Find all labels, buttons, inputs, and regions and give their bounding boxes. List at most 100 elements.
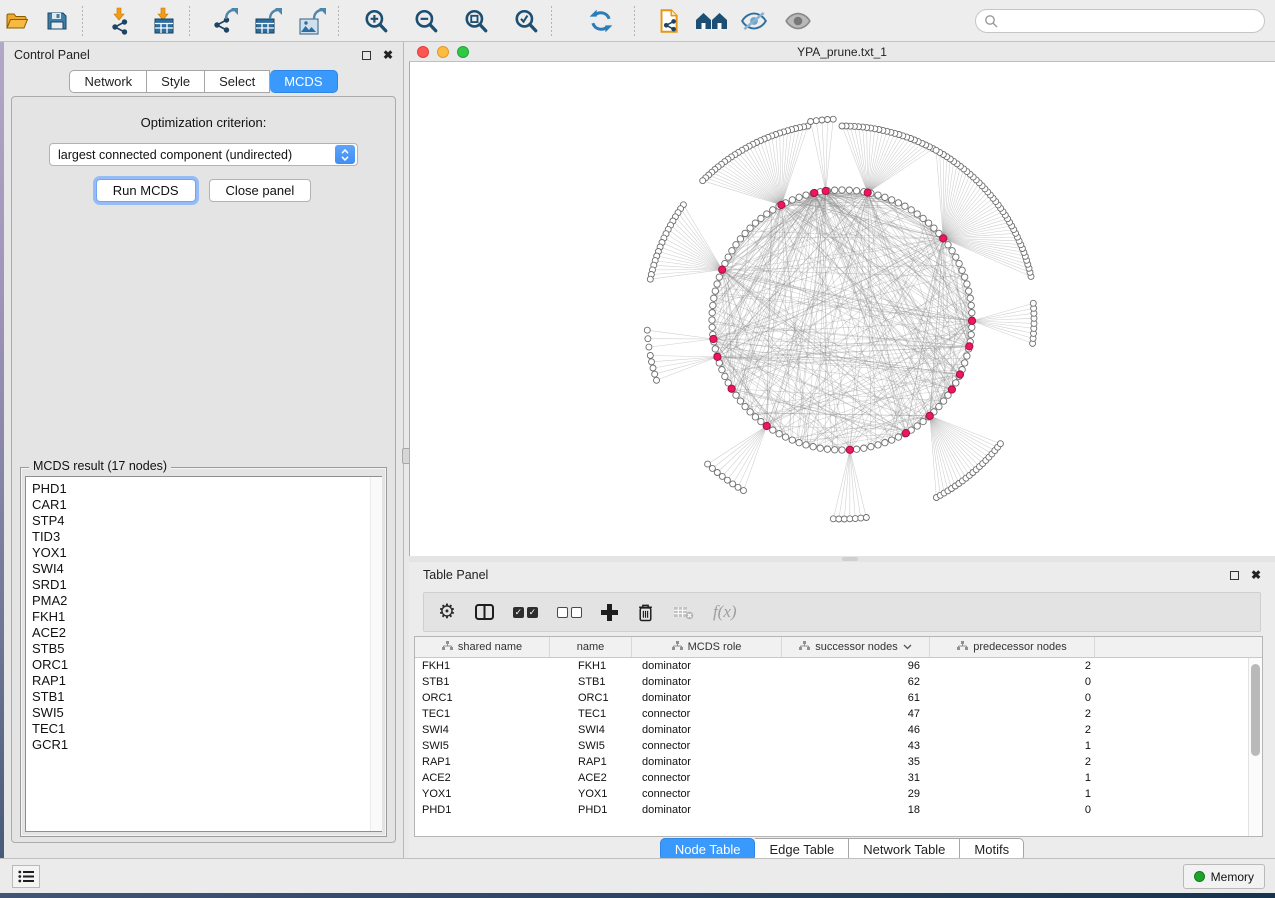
table-cell[interactable]: 29 — [782, 786, 930, 802]
tab-style[interactable]: Style — [147, 70, 205, 93]
window-maximize-icon[interactable] — [457, 46, 469, 58]
table-row[interactable]: SWI5SWI5connector431 — [415, 738, 1262, 754]
table-row[interactable]: SWI4SWI4dominator462 — [415, 722, 1262, 738]
table-cell[interactable]: ORC1 — [415, 690, 550, 706]
table-cell[interactable]: SWI5 — [415, 738, 550, 754]
table-cell[interactable]: 96 — [782, 658, 930, 674]
table-row[interactable]: ORC1ORC1dominator610 — [415, 690, 1262, 706]
table-cell[interactable]: FKH1 — [550, 658, 632, 674]
mcds-result-item[interactable]: STP4 — [32, 513, 381, 529]
tab-select[interactable]: Select — [205, 70, 270, 93]
table-cell[interactable]: SWI5 — [550, 738, 632, 754]
table-cell[interactable]: dominator — [632, 722, 782, 738]
zoom-in-icon[interactable] — [359, 4, 393, 38]
table-cell[interactable]: TEC1 — [550, 706, 632, 722]
table-cell[interactable]: dominator — [632, 754, 782, 770]
import-network-icon[interactable] — [103, 4, 137, 38]
table-cell[interactable]: YOX1 — [550, 786, 632, 802]
window-minimize-icon[interactable] — [437, 46, 449, 58]
mcds-result-item[interactable]: STB1 — [32, 689, 381, 705]
criterion-dropdown[interactable]: largest connected component (undirected) — [49, 143, 358, 166]
import-table-icon[interactable] — [147, 4, 181, 38]
column-header-shared-name[interactable]: shared name — [415, 637, 550, 657]
table-cell[interactable]: 0 — [930, 674, 1095, 690]
mcds-result-item[interactable]: ORC1 — [32, 657, 381, 673]
mcds-result-item[interactable]: TEC1 — [32, 721, 381, 737]
table-row[interactable]: ACE2ACE2connector311 — [415, 770, 1262, 786]
mcds-result-item[interactable]: PMA2 — [32, 593, 381, 609]
tab-mcds[interactable]: MCDS — [270, 70, 337, 93]
select-all-icon[interactable]: ✓✓ — [513, 607, 538, 618]
show-columns-icon[interactable] — [475, 604, 494, 620]
run-mcds-button[interactable]: Run MCDS — [96, 179, 196, 202]
window-close-icon[interactable] — [417, 46, 429, 58]
deselect-all-icon[interactable] — [557, 607, 582, 618]
table-cell[interactable]: 1 — [930, 738, 1095, 754]
table-cell[interactable]: STB1 — [550, 674, 632, 690]
table-cell[interactable]: ACE2 — [415, 770, 550, 786]
table-cell[interactable]: 18 — [782, 802, 930, 818]
close-panel-icon[interactable]: ✖ — [1251, 569, 1261, 581]
mcds-result-item[interactable]: GCR1 — [32, 737, 381, 753]
table-scrollbar[interactable] — [1248, 658, 1262, 836]
column-header-name[interactable]: name — [550, 637, 632, 657]
table-cell[interactable]: 47 — [782, 706, 930, 722]
table-cell[interactable]: 1 — [930, 786, 1095, 802]
close-panel-button[interactable]: Close panel — [209, 179, 312, 202]
table-cell[interactable]: SWI4 — [550, 722, 632, 738]
table-cell[interactable]: ORC1 — [550, 690, 632, 706]
mcds-result-item[interactable]: SWI4 — [32, 561, 381, 577]
column-header-MCDS-role[interactable]: MCDS role — [632, 637, 782, 657]
table-cell[interactable]: dominator — [632, 690, 782, 706]
show-graphics-details-icon[interactable] — [781, 4, 815, 38]
export-network-icon[interactable] — [208, 4, 242, 38]
table-cell[interactable]: dominator — [632, 658, 782, 674]
table-cell[interactable]: 31 — [782, 770, 930, 786]
table-cell[interactable]: RAP1 — [415, 754, 550, 770]
table-cell[interactable]: 35 — [782, 754, 930, 770]
network-canvas[interactable] — [409, 62, 1275, 556]
table-cell[interactable]: 62 — [782, 674, 930, 690]
delete-rows-icon[interactable] — [637, 603, 654, 622]
table-cell[interactable]: dominator — [632, 674, 782, 690]
table-cell[interactable]: connector — [632, 786, 782, 802]
search-input[interactable] — [998, 14, 1256, 28]
network-window-titlebar[interactable]: YPA_prune.txt_1 — [409, 42, 1275, 62]
mcds-result-list[interactable]: PHD1CAR1STP4TID3YOX1SWI4SRD1PMA2FKH1ACE2… — [25, 476, 382, 832]
column-header-successor-nodes[interactable]: successor nodes — [782, 637, 930, 657]
save-session-icon[interactable] — [40, 4, 74, 38]
table-cell[interactable]: 2 — [930, 754, 1095, 770]
zoom-fit-icon[interactable] — [459, 4, 493, 38]
table-cell[interactable]: 46 — [782, 722, 930, 738]
table-row[interactable]: FKH1FKH1dominator962 — [415, 658, 1262, 674]
float-window-icon[interactable] — [1230, 571, 1239, 580]
mcds-result-item[interactable]: PHD1 — [32, 481, 381, 497]
table-row[interactable]: PHD1PHD1dominator180 — [415, 802, 1262, 818]
add-row-icon[interactable] — [601, 604, 618, 621]
mcds-list-scrollbar[interactable] — [370, 477, 382, 831]
hide-graphics-details-icon[interactable] — [737, 4, 771, 38]
table-cell[interactable]: 2 — [930, 706, 1095, 722]
table-cell[interactable]: YOX1 — [415, 786, 550, 802]
mcds-result-item[interactable]: CAR1 — [32, 497, 381, 513]
float-window-icon[interactable] — [362, 51, 371, 60]
table-cell[interactable]: 43 — [782, 738, 930, 754]
memory-button[interactable]: Memory — [1183, 864, 1265, 889]
mcds-result-item[interactable]: SRD1 — [32, 577, 381, 593]
table-row[interactable]: YOX1YOX1connector291 — [415, 786, 1262, 802]
network-from-file-icon[interactable] — [651, 4, 685, 38]
open-file-icon[interactable] — [0, 4, 34, 38]
mcds-result-item[interactable]: RAP1 — [32, 673, 381, 689]
home-icon[interactable] — [695, 4, 729, 38]
mcds-result-item[interactable]: YOX1 — [32, 545, 381, 561]
table-row[interactable]: RAP1RAP1dominator352 — [415, 754, 1262, 770]
table-cell[interactable]: connector — [632, 738, 782, 754]
table-cell[interactable]: RAP1 — [550, 754, 632, 770]
table-scrollbar-thumb[interactable] — [1251, 664, 1260, 756]
mcds-result-item[interactable]: SWI5 — [32, 705, 381, 721]
mcds-result-item[interactable]: STB5 — [32, 641, 381, 657]
refresh-view-icon[interactable] — [584, 4, 618, 38]
close-panel-icon[interactable]: ✖ — [383, 49, 393, 61]
zoom-selected-icon[interactable] — [509, 4, 543, 38]
table-cell[interactable]: FKH1 — [415, 658, 550, 674]
